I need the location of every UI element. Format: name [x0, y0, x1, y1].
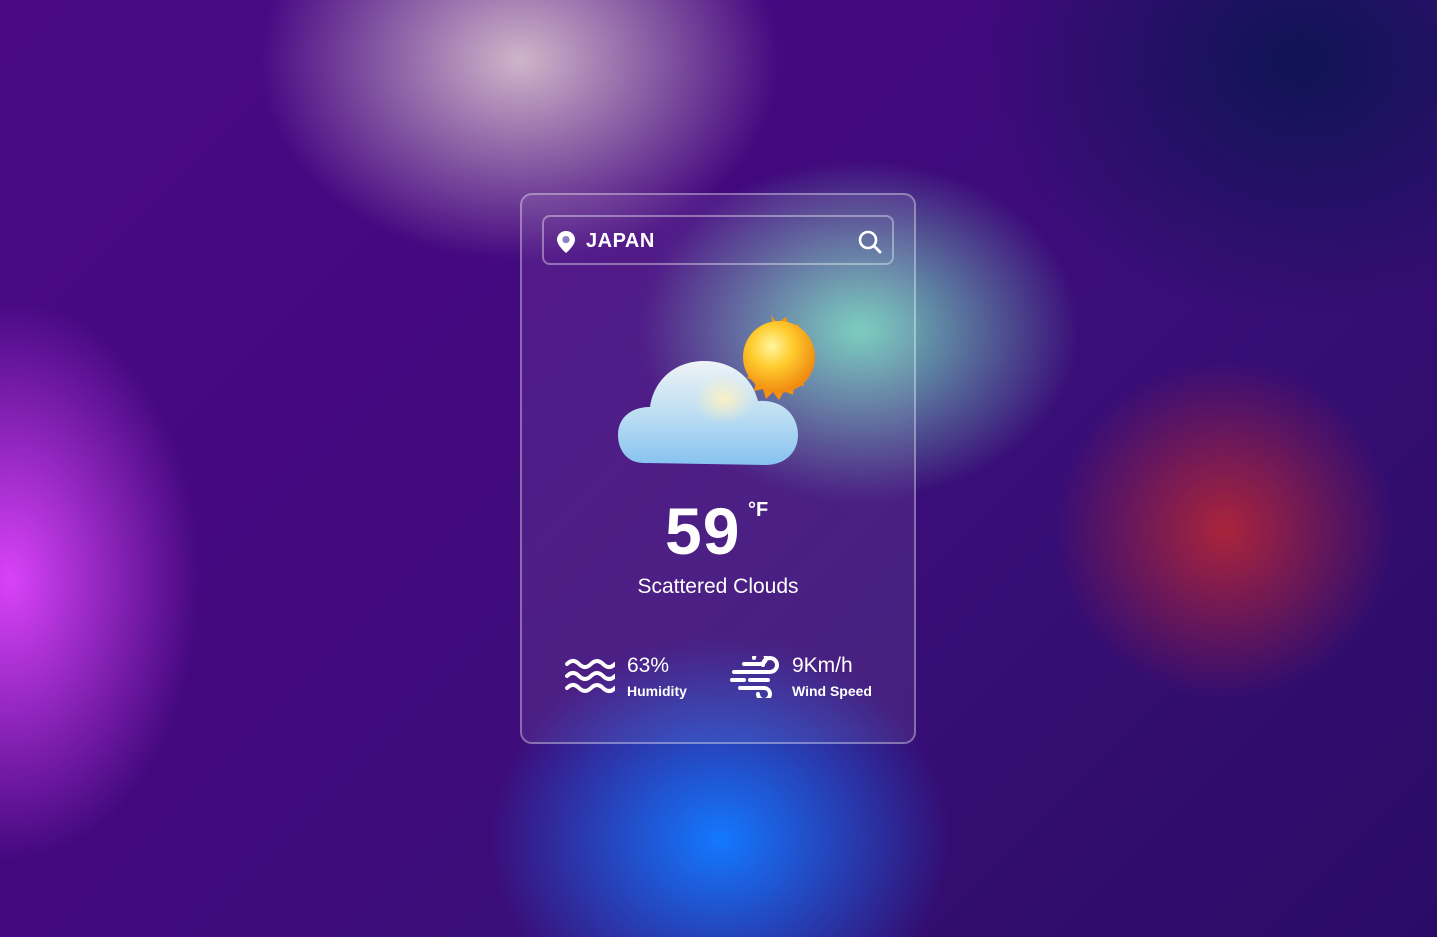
wind-icon: [730, 656, 779, 698]
search-bar: [542, 215, 894, 265]
search-icon[interactable]: [857, 229, 883, 255]
wind-speed-stat: 9Km/h Wind Speed: [730, 650, 900, 706]
water-waves-icon: [565, 659, 615, 693]
temperature-unit: °F: [748, 499, 769, 521]
map-pin-icon: [557, 231, 575, 253]
partly-cloudy-icon: [618, 315, 815, 465]
city-search-input[interactable]: [586, 227, 846, 255]
temperature-value: 59: [665, 494, 741, 568]
humidity-stat: 63% Humidity: [565, 650, 715, 706]
weather-card: 59 °F Scattered Clouds 63% Humidity 9Km/…: [520, 193, 916, 744]
temperature-display: 59 °F: [522, 495, 914, 567]
weather-description: Scattered Clouds: [637, 575, 799, 598]
wind-speed-label: Wind Speed: [792, 683, 872, 699]
humidity-label: Humidity: [627, 683, 687, 699]
wind-speed-value: 9Km/h: [792, 654, 853, 677]
humidity-value: 63%: [627, 654, 670, 677]
